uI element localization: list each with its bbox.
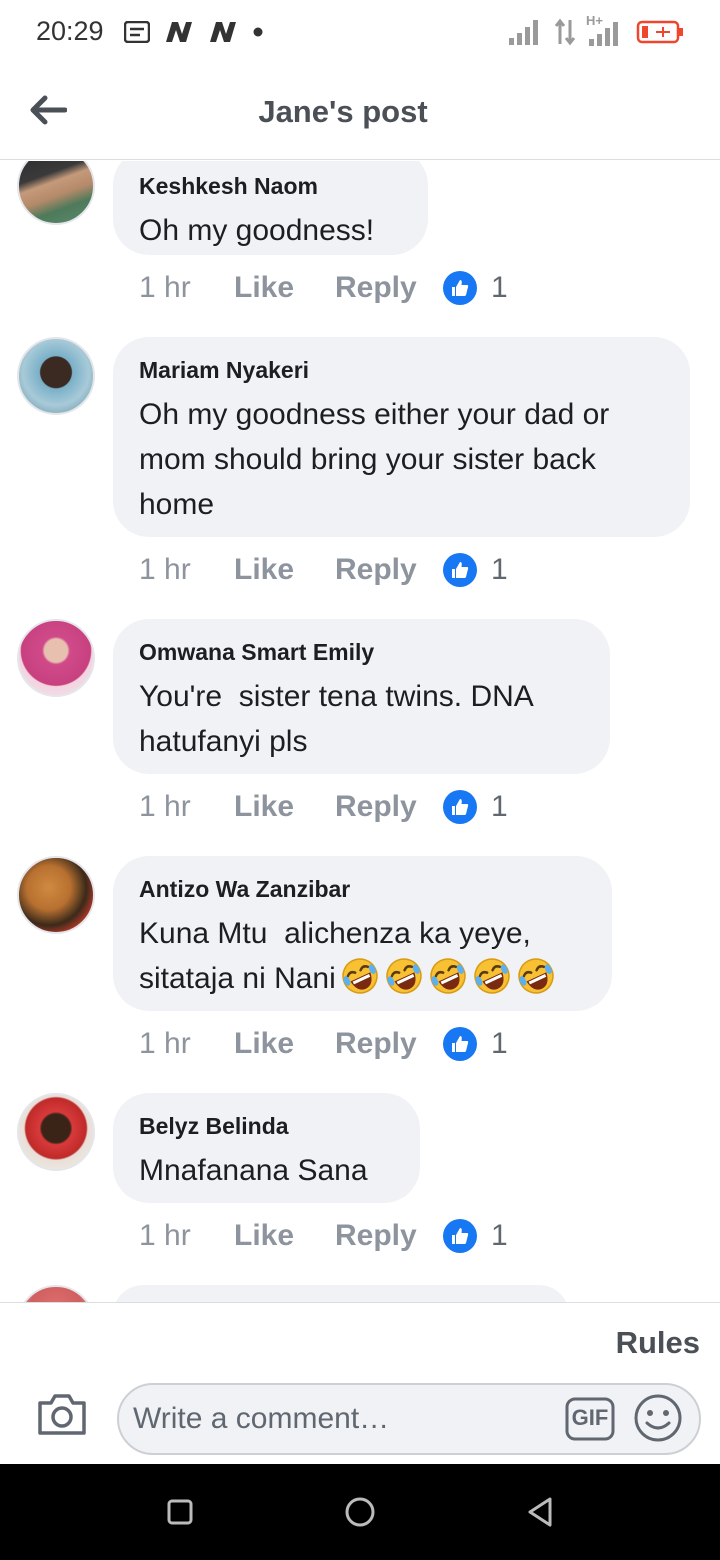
- reaction-count[interactable]: 1: [443, 271, 508, 305]
- home-button[interactable]: [342, 1494, 378, 1530]
- comment-author[interactable]: Antizo Wa Zanzibar: [139, 876, 584, 903]
- comment-text: You're sister tena twins. DNA hatufanyi …: [139, 680, 541, 758]
- data-transfer-icon: [554, 18, 576, 46]
- avatar[interactable]: [17, 856, 95, 934]
- comment-time[interactable]: 1 hr: [139, 1219, 234, 1253]
- comment-bubble[interactable]: Omwana Smart Emily You're sister tena tw…: [113, 619, 610, 774]
- comment-actions: 1 hr Like Reply 1: [139, 271, 508, 305]
- comment-time[interactable]: 1 hr: [139, 1027, 234, 1061]
- like-count: 1: [491, 1027, 508, 1060]
- like-button[interactable]: Like: [234, 1219, 335, 1253]
- back-nav-button[interactable]: [522, 1494, 558, 1530]
- system-nav-bar: [0, 1464, 720, 1560]
- rules-link[interactable]: Rules: [616, 1325, 700, 1361]
- thumbs-up-icon: [443, 271, 477, 305]
- gif-label: GIF: [571, 1405, 609, 1430]
- like-count: 1: [491, 1219, 508, 1252]
- rofl-emoji-icon: [428, 956, 468, 996]
- comment-time[interactable]: 1 hr: [139, 271, 234, 305]
- rofl-emoji-icon: [340, 956, 380, 996]
- camera-button[interactable]: [36, 1391, 88, 1439]
- like-button[interactable]: Like: [234, 790, 335, 824]
- app-n-icon: [210, 22, 236, 42]
- comment-text: Oh my goodness either your dad or mom sh…: [139, 398, 618, 521]
- message-icon: [124, 21, 150, 43]
- reaction-count[interactable]: 1: [443, 790, 508, 824]
- square-icon: [167, 1499, 193, 1525]
- signal-icon: [509, 20, 538, 45]
- reaction-count[interactable]: 1: [443, 553, 508, 587]
- comment-input[interactable]: Write a comment… GIF: [117, 1383, 701, 1455]
- comment-actions: 1 hr Like Reply 1: [139, 1219, 508, 1253]
- reaction-count[interactable]: 1: [443, 1219, 508, 1253]
- signal-h-plus-icon: H+: [586, 13, 626, 47]
- system-icons: H+: [508, 13, 684, 47]
- notification-icons: [124, 20, 264, 44]
- comment-bubble[interactable]: Keshkesh Naom Oh my goodness!: [113, 161, 428, 255]
- avatar[interactable]: [17, 1285, 95, 1302]
- thumbs-up-icon: [443, 1027, 477, 1061]
- recents-button[interactable]: [162, 1494, 198, 1530]
- avatar[interactable]: [17, 337, 95, 415]
- reply-button[interactable]: Reply: [335, 1027, 443, 1061]
- comment-list[interactable]: Keshkesh Naom Oh my goodness! 1 hr Like …: [0, 161, 720, 1302]
- reply-button[interactable]: Reply: [335, 1219, 443, 1253]
- like-count: 1: [491, 553, 508, 586]
- emoji-row: [336, 958, 556, 995]
- rofl-emoji-icon: [472, 956, 512, 996]
- comment-time[interactable]: 1 hr: [139, 790, 234, 824]
- avatar[interactable]: [17, 619, 95, 697]
- like-count: 1: [491, 271, 508, 304]
- like-button[interactable]: Like: [234, 271, 335, 305]
- rofl-emoji-icon: [516, 956, 556, 996]
- comment-text-wrap: Kuna Mtu alichenza ka yeye, sitataja ni …: [139, 911, 584, 1001]
- comment-bubble[interactable]: Belyz Belinda Mnafanana Sana: [113, 1093, 420, 1203]
- like-button[interactable]: Like: [234, 553, 335, 587]
- comment-text: Oh my goodness!: [139, 214, 375, 247]
- reply-button[interactable]: Reply: [335, 553, 443, 587]
- thumbs-up-icon: [443, 553, 477, 587]
- page-title: Jane's post: [258, 94, 428, 129]
- rofl-emoji-icon: [384, 956, 424, 996]
- dot-icon: [253, 27, 263, 37]
- reply-button[interactable]: Reply: [335, 790, 443, 824]
- triangle-back-icon: [528, 1497, 552, 1527]
- comment-actions: 1 hr Like Reply 1: [139, 1027, 508, 1061]
- gif-button[interactable]: GIF: [565, 1397, 615, 1441]
- comment-text: Mnafanana Sana: [139, 1154, 368, 1187]
- comment-actions: 1 hr Like Reply 1: [139, 553, 508, 587]
- emoji-button[interactable]: [633, 1393, 683, 1443]
- thumbs-up-icon: [443, 1219, 477, 1253]
- comment-composer: Rules Write a comment… GIF: [0, 1302, 720, 1464]
- battery-low-icon: [636, 20, 683, 44]
- thumbs-up-icon: [443, 790, 477, 824]
- comment-author[interactable]: Belyz Belinda: [139, 1113, 392, 1140]
- reaction-count[interactable]: 1: [443, 1027, 508, 1061]
- status-time: 20:29: [36, 16, 104, 46]
- status-bar: 20:29 H+: [0, 0, 720, 66]
- comment-input-placeholder: Write a comment…: [133, 1402, 390, 1435]
- comment-bubble[interactable]: Mariam Nyakeri Oh my goodness either you…: [113, 337, 690, 537]
- post-header: Jane's post: [0, 66, 720, 160]
- camera-icon: [38, 1394, 86, 1435]
- reply-button[interactable]: Reply: [335, 271, 443, 305]
- app-n-icon: [166, 22, 192, 42]
- comment-bubble[interactable]: [113, 1285, 569, 1302]
- comment-actions: 1 hr Like Reply 1: [139, 790, 508, 824]
- circle-icon: [345, 1497, 375, 1527]
- comment-author[interactable]: Mariam Nyakeri: [139, 357, 662, 384]
- avatar[interactable]: [17, 161, 95, 225]
- comment-bubble[interactable]: Antizo Wa Zanzibar Kuna Mtu alichenza ka…: [113, 856, 612, 1011]
- comment-author[interactable]: Omwana Smart Emily: [139, 639, 582, 666]
- comment-author[interactable]: Keshkesh Naom: [139, 173, 400, 200]
- like-count: 1: [491, 790, 508, 823]
- smiley-icon: [634, 1394, 682, 1442]
- comment-time[interactable]: 1 hr: [139, 553, 234, 587]
- avatar[interactable]: [17, 1093, 95, 1171]
- like-button[interactable]: Like: [234, 1027, 335, 1061]
